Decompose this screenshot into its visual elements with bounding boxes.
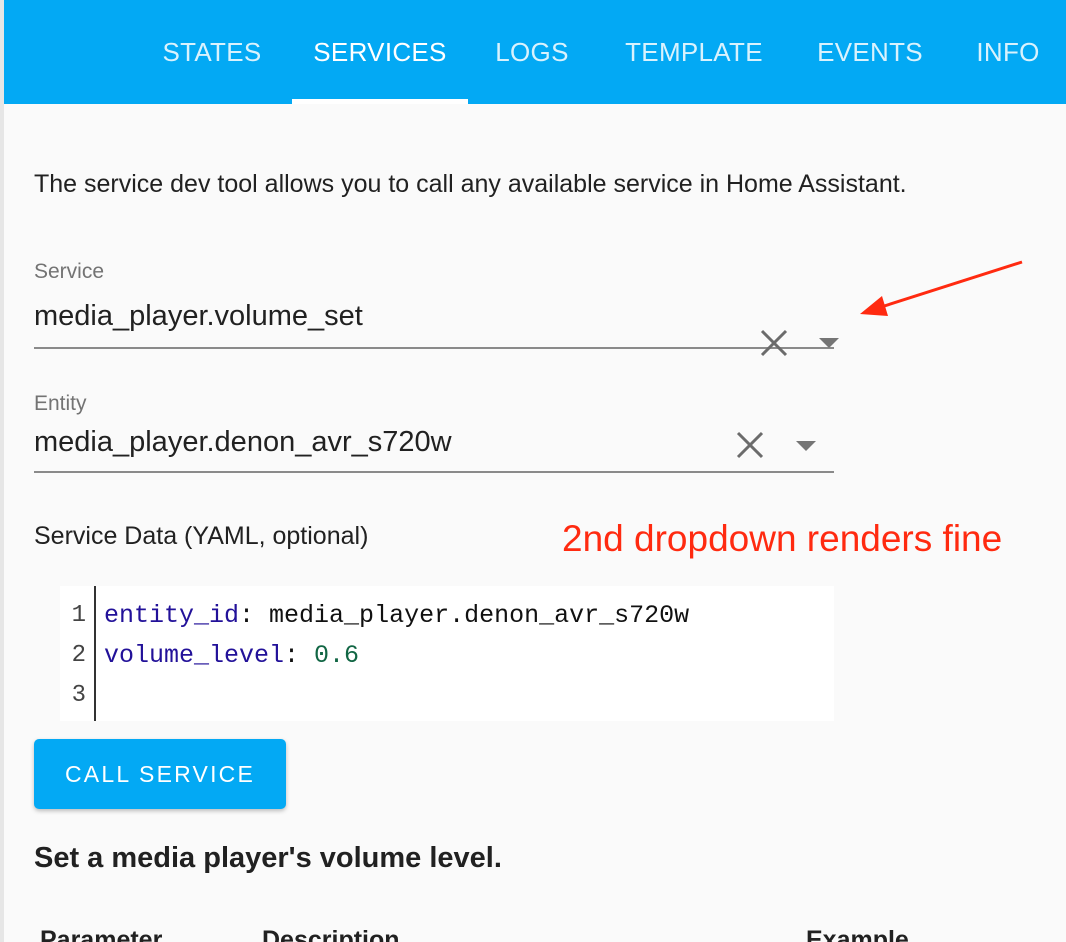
yaml-separator: : <box>239 601 270 630</box>
tab-label: TEMPLATE <box>625 36 763 67</box>
tab-info[interactable]: INFO <box>960 0 1056 104</box>
top-tab-bar: STATES SERVICES LOGS TEMPLATE EVENTS INF… <box>4 0 1066 104</box>
arrow-drop-down-icon[interactable] <box>796 441 816 451</box>
service-description: Set a media player's volume level. <box>34 842 502 874</box>
entity-field-label: Entity <box>34 392 87 415</box>
table-header-description: Description <box>262 926 400 942</box>
service-field-label: Service <box>34 260 105 283</box>
yaml-key: entity_id <box>104 601 240 630</box>
app-root: STATES SERVICES LOGS TEMPLATE EVENTS INF… <box>0 0 1066 942</box>
tab-label: INFO <box>976 36 1040 67</box>
line-number-gutter: 1 2 3 <box>60 586 96 721</box>
yaml-field-label: Service Data (YAML, optional) <box>34 522 369 550</box>
table-header-parameter: Parameter <box>40 926 163 942</box>
yaml-editor[interactable]: 1 2 3 entity_id: media_player.denon_avr_… <box>60 586 834 721</box>
tab-label: EVENTS <box>817 36 923 67</box>
call-service-button[interactable]: CALL SERVICE <box>34 739 286 809</box>
yaml-key: volume_level <box>104 641 285 670</box>
entity-field-input[interactable]: media_player.denon_avr_s720w <box>34 426 452 459</box>
yaml-separator: : <box>284 641 315 670</box>
page-description: The service dev tool allows you to call … <box>34 170 907 198</box>
yaml-value: 0.6 <box>314 641 360 670</box>
code-line: volume_level: 0.6 <box>104 641 359 670</box>
tab-states[interactable]: STATES <box>144 0 280 104</box>
close-icon[interactable] <box>735 430 765 460</box>
code-line: entity_id: media_player.denon_avr_s720w <box>104 601 689 630</box>
active-tab-indicator <box>292 99 468 104</box>
close-icon[interactable] <box>759 328 789 358</box>
entity-field-underline <box>34 471 834 473</box>
yaml-value: media_player.denon_avr_s720w <box>269 601 690 630</box>
arrow-drop-down-icon[interactable] <box>819 338 839 348</box>
tab-events[interactable]: EVENTS <box>800 0 940 104</box>
line-number: 1 <box>71 602 86 629</box>
tab-label: LOGS <box>495 36 569 67</box>
service-field-underline <box>34 347 834 349</box>
table-header-example: Example <box>806 926 909 942</box>
line-number: 3 <box>71 682 86 709</box>
service-field-input[interactable]: media_player.volume_set <box>34 300 363 333</box>
line-number: 2 <box>71 642 86 669</box>
tab-template[interactable]: TEMPLATE <box>604 0 784 104</box>
tab-label: STATES <box>162 36 262 67</box>
annotation-text: 2nd dropdown renders fine <box>562 518 1003 559</box>
tab-services[interactable]: SERVICES <box>292 0 468 104</box>
tab-label: SERVICES <box>313 36 447 67</box>
annotation-arrow <box>860 260 1023 316</box>
tab-logs[interactable]: LOGS <box>480 0 584 104</box>
